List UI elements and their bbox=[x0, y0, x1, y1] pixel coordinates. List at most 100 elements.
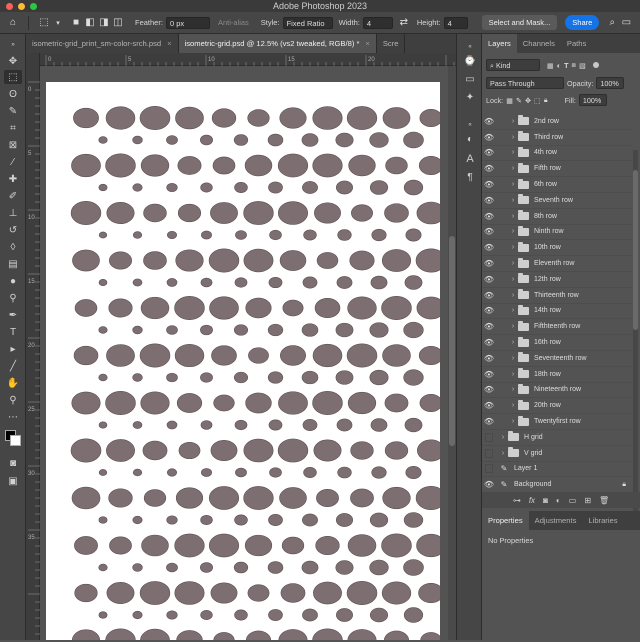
chevron-right-icon[interactable]: › bbox=[508, 165, 518, 172]
new-adjustment-icon[interactable]: ◐ bbox=[556, 496, 561, 505]
opacity-input[interactable]: 100% bbox=[596, 77, 625, 89]
chevron-right-icon[interactable]: › bbox=[508, 307, 518, 314]
layer-row[interactable]: › V grid bbox=[482, 446, 632, 462]
tab-libraries[interactable]: Libraries bbox=[582, 511, 623, 530]
chevron-right-icon[interactable]: › bbox=[508, 149, 518, 156]
chevron-right-icon[interactable]: › bbox=[508, 339, 518, 346]
new-selection-icon[interactable]: ■ bbox=[69, 16, 83, 30]
layer-row[interactable]: 👁︎ › 14th row bbox=[482, 304, 632, 320]
eye-icon[interactable]: 👁︎ bbox=[482, 338, 496, 347]
type-tool-icon[interactable]: T bbox=[4, 325, 22, 339]
new-layer-icon[interactable]: ⊞ bbox=[584, 496, 591, 505]
eye-icon[interactable]: 👁︎ bbox=[482, 480, 496, 489]
layer-row[interactable]: ✎ Layer 1 bbox=[482, 462, 632, 478]
quick-mask-icon[interactable]: ◙ bbox=[4, 456, 22, 470]
smart-object-filter-icon[interactable]: ▧ bbox=[579, 61, 586, 70]
minimize-window-button[interactable] bbox=[18, 3, 25, 10]
history-brush-tool-icon[interactable]: ↺ bbox=[4, 223, 22, 237]
tab-document-2[interactable]: isometric-grid.psd @ 12.5% (vs2 tweaked,… bbox=[178, 34, 377, 53]
eyedropper-tool-icon[interactable]: ⁄ bbox=[4, 155, 22, 169]
tab-layers[interactable]: Layers bbox=[482, 34, 517, 53]
chevron-right-icon[interactable]: › bbox=[508, 276, 518, 283]
layer-row[interactable]: 👁︎ › Eleventh row bbox=[482, 256, 632, 272]
chevron-right-icon[interactable]: › bbox=[508, 213, 518, 220]
chevron-right-icon[interactable]: › bbox=[508, 355, 518, 362]
chevron-right-icon[interactable]: › bbox=[498, 450, 508, 457]
collapse-icon[interactable]: » bbox=[4, 38, 22, 52]
healing-brush-tool-icon[interactable]: ✚ bbox=[4, 172, 22, 186]
zoom-tool-icon[interactable]: ⚲ bbox=[4, 393, 22, 407]
shape-filter-icon[interactable]: ⧈ bbox=[572, 60, 577, 70]
swap-icon[interactable]: ⇄ bbox=[397, 16, 411, 30]
layer-row[interactable]: 👁︎ › 18th row bbox=[482, 367, 632, 383]
adjustment-filter-icon[interactable]: ◐ bbox=[557, 61, 561, 70]
marquee-tool-icon[interactable]: ⬚ bbox=[4, 70, 22, 84]
eye-icon[interactable]: 👁︎ bbox=[482, 243, 496, 252]
eye-icon[interactable]: 👁︎ bbox=[482, 401, 496, 410]
lock-image-icon[interactable]: ✎ bbox=[516, 96, 522, 105]
layers-scrollbar[interactable] bbox=[633, 150, 638, 522]
chevron-right-icon[interactable]: › bbox=[508, 197, 518, 204]
height-input[interactable]: 4 bbox=[443, 16, 468, 29]
layer-row[interactable]: 👁︎ › Nineteenth row bbox=[482, 383, 632, 399]
chevron-right-icon[interactable]: › bbox=[508, 134, 518, 141]
type-filter-icon[interactable]: T bbox=[564, 61, 568, 70]
close-icon[interactable]: × bbox=[167, 39, 171, 48]
layer-row[interactable]: 👁︎ ✎ Background 🔒︎ bbox=[482, 477, 632, 494]
fill-input[interactable]: 100% bbox=[578, 94, 607, 106]
line-tool-icon[interactable]: ╱ bbox=[4, 359, 22, 373]
dodge-tool-icon[interactable]: ⚲ bbox=[4, 291, 22, 305]
eye-icon[interactable]: 👁︎ bbox=[482, 385, 496, 394]
tab-adjustments[interactable]: Adjustments bbox=[529, 511, 583, 530]
marquee-preset-icon[interactable]: ⬚ bbox=[37, 16, 51, 30]
lock-artboard-icon[interactable]: ⬚ bbox=[534, 96, 541, 105]
eye-icon[interactable]: 👁︎ bbox=[482, 117, 496, 126]
antialias-checkbox[interactable]: Anti-alias bbox=[218, 18, 249, 27]
eye-icon[interactable]: 👁︎ bbox=[482, 212, 496, 221]
home-icon[interactable]: ⌂ bbox=[6, 16, 20, 30]
chevron-right-icon[interactable]: › bbox=[508, 418, 518, 425]
hidden-eye-icon[interactable] bbox=[485, 464, 493, 474]
layer-row[interactable]: 👁︎ › 6th row bbox=[482, 177, 632, 193]
pen-tool-icon[interactable]: ✒ bbox=[4, 308, 22, 322]
layer-row[interactable]: 👁︎ › Seventeenth row bbox=[482, 351, 632, 367]
lasso-tool-icon[interactable]: ʘ bbox=[4, 87, 22, 101]
eye-icon[interactable]: 👁︎ bbox=[482, 354, 496, 363]
layer-row[interactable]: 👁︎ › Seventh row bbox=[482, 193, 632, 209]
layer-row[interactable]: 👁︎ › 2nd row bbox=[482, 114, 632, 130]
layer-row[interactable]: 👁︎ › 20th row bbox=[482, 398, 632, 415]
layer-row[interactable]: 👁︎ › Fifth row bbox=[482, 161, 632, 178]
zoom-window-button[interactable] bbox=[30, 3, 37, 10]
intersect-selection-icon[interactable]: ◫ bbox=[111, 16, 125, 30]
add-selection-icon[interactable]: ◧ bbox=[83, 16, 97, 30]
layer-row[interactable]: 👁︎ › 16th row bbox=[482, 335, 632, 351]
style-select[interactable]: Fixed Ratio bbox=[282, 16, 333, 29]
workspace-icon[interactable]: ▭ bbox=[619, 16, 633, 30]
layer-row[interactable]: 👁︎ › Third row bbox=[482, 130, 632, 146]
vertical-ruler[interactable]: 0 5 10 15 20 25 30 35 bbox=[26, 53, 40, 642]
eye-icon[interactable]: 👁︎ bbox=[482, 227, 496, 236]
chevron-down-icon[interactable]: ▾ bbox=[51, 16, 65, 30]
chevron-right-icon[interactable]: › bbox=[508, 260, 518, 267]
background-color-swatch[interactable] bbox=[10, 435, 21, 446]
move-tool-icon[interactable]: ✥ bbox=[4, 54, 22, 68]
window-controls[interactable] bbox=[6, 3, 37, 10]
share-button[interactable]: Share bbox=[565, 15, 600, 30]
chevron-right-icon[interactable]: › bbox=[508, 386, 518, 393]
canvas-area[interactable] bbox=[40, 66, 456, 640]
layer-row[interactable]: 👁︎ › Twentyfirst row bbox=[482, 414, 632, 430]
chevron-right-icon[interactable]: › bbox=[498, 434, 508, 441]
collapse-icon[interactable]: « bbox=[462, 118, 478, 132]
lock-pixels-icon[interactable]: ▦ bbox=[506, 96, 513, 105]
layer-row[interactable]: 👁︎ › 12th row bbox=[482, 272, 632, 288]
tab-document-1[interactable]: isometric-grid_print_sm-color-srch.psd × bbox=[26, 34, 179, 53]
tab-document-3[interactable]: Scre bbox=[377, 34, 406, 53]
more-tools-icon[interactable]: ⋯ bbox=[4, 410, 22, 424]
kind-filter-select[interactable]: ⌕ Kind bbox=[486, 59, 540, 71]
chevron-right-icon[interactable]: › bbox=[508, 118, 518, 125]
blur-tool-icon[interactable]: ● bbox=[4, 274, 22, 288]
width-input[interactable]: 4 bbox=[362, 16, 393, 29]
eye-icon[interactable]: 👁︎ bbox=[482, 164, 496, 173]
screen-mode-icon[interactable]: ▣ bbox=[4, 474, 22, 488]
new-group-icon[interactable]: ▭ bbox=[569, 496, 577, 505]
